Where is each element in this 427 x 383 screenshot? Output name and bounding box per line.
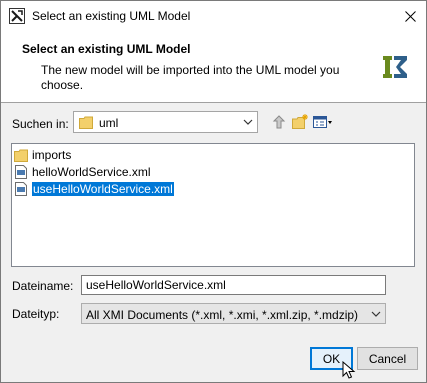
- chevron-down-icon: [371, 311, 381, 317]
- dialog-window: Select an existing UML Model Select an e…: [0, 0, 427, 383]
- cancel-label: Cancel: [368, 351, 407, 366]
- cancel-button[interactable]: Cancel: [357, 347, 418, 370]
- chevron-down-icon: [243, 119, 253, 125]
- filetype-value: All XMI Documents (*.xml, *.xmi, *.xml.z…: [86, 308, 359, 322]
- new-folder-icon[interactable]: [291, 113, 309, 131]
- title-bar[interactable]: Select an existing UML Model: [1, 1, 426, 32]
- close-icon: [404, 10, 416, 22]
- xml-file-icon: [15, 182, 27, 196]
- filename-value: useHelloWorldService.xml: [86, 278, 226, 292]
- app-icon: [9, 8, 25, 24]
- lookin-label: Suchen in:: [12, 117, 69, 131]
- file-list[interactable]: imports helloWorldService.xml useHelloWo…: [11, 143, 415, 267]
- lookin-value: uml: [99, 116, 119, 130]
- filename-input[interactable]: useHelloWorldService.xml: [81, 275, 386, 295]
- file-item-imports[interactable]: imports: [14, 147, 73, 163]
- folder-icon: [14, 149, 28, 162]
- header-description: The new model will be imported into the …: [41, 63, 340, 92]
- close-button[interactable]: [398, 5, 422, 27]
- filetype-select[interactable]: All XMI Documents (*.xml, *.xmi, *.xml.z…: [81, 303, 386, 324]
- xml-file-icon: [15, 165, 27, 179]
- file-name: useHelloWorldService.xml: [31, 181, 175, 197]
- file-name: helloWorldService.xml: [32, 165, 151, 179]
- mouse-cursor-icon: [342, 361, 356, 379]
- filename-label: Dateiname:: [12, 279, 74, 293]
- dialog-header: Select an existing UML Model The new mod…: [1, 32, 426, 103]
- filetype-label: Dateityp:: [12, 307, 60, 321]
- uml-logo-icon: [383, 56, 407, 78]
- file-name: imports: [32, 148, 72, 162]
- file-item-helloworldservice[interactable]: helloWorldService.xml: [14, 164, 152, 180]
- lookin-combo[interactable]: uml: [73, 111, 258, 133]
- up-folder-icon[interactable]: [270, 113, 288, 131]
- header-title: Select an existing UML Model: [22, 42, 191, 56]
- view-menu-icon[interactable]: [312, 113, 334, 131]
- file-item-usehelloworldservice[interactable]: useHelloWorldService.xml: [14, 181, 176, 197]
- ok-label: OK: [322, 351, 341, 366]
- folder-icon: [79, 116, 93, 129]
- window-title: Select an existing UML Model: [32, 9, 191, 23]
